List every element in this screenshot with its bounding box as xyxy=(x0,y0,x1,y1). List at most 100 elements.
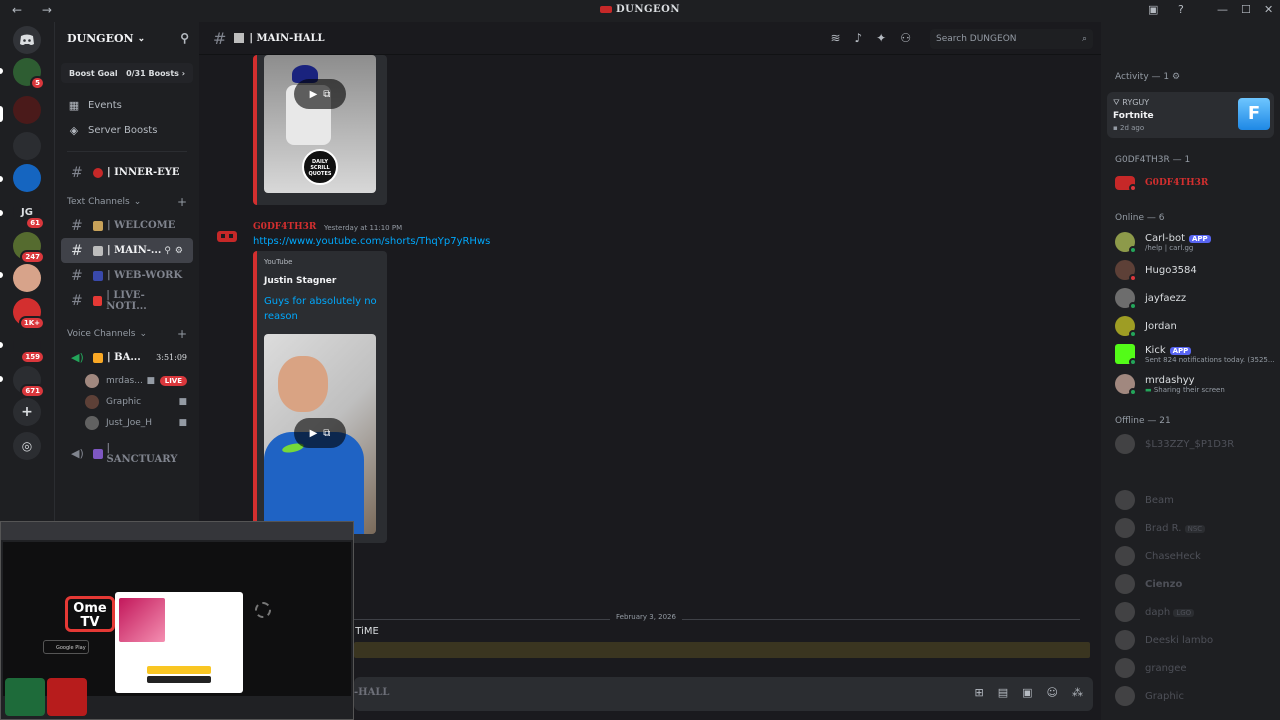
activity-card[interactable]: ⛛ RYGUY Fortnite ▪ 2d ago F xyxy=(1107,92,1274,138)
server-boosts-nav[interactable]: ◈ Server Boosts xyxy=(55,118,199,143)
server-header[interactable]: DUNGEON ⌄ ⚲ xyxy=(55,22,199,55)
gift-icon[interactable]: ⊞ xyxy=(975,686,984,699)
window-title: DUNGEON xyxy=(0,4,1280,15)
status-online-icon xyxy=(1129,330,1137,338)
discover-compass-icon[interactable]: ◎ xyxy=(13,432,41,460)
live-badge[interactable]: LIVE xyxy=(159,375,187,386)
apps-icon[interactable]: ⁂ xyxy=(1072,686,1083,699)
category-text-channels[interactable]: Text Channels ⌄ + xyxy=(55,191,199,213)
member-item[interactable]: Deeski lambo xyxy=(1115,628,1213,652)
home-discord-icon[interactable] xyxy=(13,26,41,54)
member-item[interactable]: daph LGO xyxy=(1115,600,1195,624)
server-icon[interactable] xyxy=(13,264,41,292)
message-composer[interactable]: -HALL ⊞ ▤ ▣ ☺ ⁂ xyxy=(354,677,1093,711)
member-item[interactable]: ChaseHeck xyxy=(1115,544,1201,568)
create-channel-icon[interactable]: + xyxy=(177,327,187,341)
create-channel-icon[interactable]: + xyxy=(177,195,187,209)
member-item[interactable]: Graphic xyxy=(1115,684,1184,708)
channel-web-work[interactable]: # | WEB-WORK xyxy=(61,263,193,288)
message-author[interactable]: G0DF4TH3R xyxy=(253,222,316,232)
server-icon-dungeon[interactable] xyxy=(13,96,41,124)
member-list-icon[interactable]: ⚇ xyxy=(900,31,911,45)
member-item[interactable]: jayfaezz xyxy=(1115,286,1186,310)
member-item[interactable]: Brad R. NSC xyxy=(1115,516,1206,540)
member-item[interactable]: Carl-bot APP/help | carl.gg xyxy=(1115,230,1211,254)
unread-indicator xyxy=(0,68,3,74)
channel-label: | WEB-WORK xyxy=(107,270,183,281)
mention-badge: 159 xyxy=(20,350,45,364)
kick-logo xyxy=(1115,344,1137,366)
avatar[interactable] xyxy=(215,227,241,247)
voice-channel-sanctuary[interactable]: ◀) | SANCTUARY xyxy=(61,441,193,466)
events-nav[interactable]: ▦ Events xyxy=(55,93,199,118)
member-name: daph xyxy=(1145,606,1171,618)
voice-user[interactable]: mrdas... ■ LIVE xyxy=(55,370,199,391)
camera-icon: ■ xyxy=(178,396,187,407)
member-item[interactable]: grangee xyxy=(1115,656,1187,680)
boost-goal-bar[interactable]: Boost Goal 0/31 Boosts › xyxy=(61,63,193,83)
pin-icon[interactable]: ✦ xyxy=(876,31,886,45)
voice-user[interactable]: Graphic ■ xyxy=(55,391,199,412)
channel-live-notifications[interactable]: # | LIVE-NOTI... xyxy=(61,288,193,313)
search-input[interactable]: Search DUNGEON ⌕ xyxy=(930,29,1093,49)
category-voice-channels[interactable]: Voice Channels ⌄ + xyxy=(55,323,199,345)
status-online-icon xyxy=(1129,388,1137,396)
message-link[interactable]: https://www.youtube.com/shorts/ThqYp7yRH… xyxy=(253,236,490,247)
minimize-icon[interactable]: — xyxy=(1217,3,1228,16)
highlighted-message xyxy=(354,642,1090,658)
avatar xyxy=(1115,374,1137,396)
activity-header: Activity — 1 ⚙ xyxy=(1115,72,1181,82)
server-icon[interactable]: 159 xyxy=(13,332,45,364)
embed-title[interactable]: Guys for absolutely no reason xyxy=(264,294,379,324)
channel-header: # | MAIN-HALL ≋ ♪ ✦ ⚇ Search DUNGEON ⌕ xyxy=(199,22,1101,55)
close-icon[interactable]: ✕ xyxy=(1264,3,1273,16)
emoji-icon[interactable]: ☺ xyxy=(1047,686,1058,699)
voice-channel-ba[interactable]: ◀) | BA... 3:51:09 xyxy=(61,345,193,370)
voice-user-name: Graphic xyxy=(106,396,142,407)
boost-count: 0/31 Boosts xyxy=(126,68,179,78)
embed-author[interactable]: Justin Stagner xyxy=(264,276,336,286)
gear-icon[interactable]: ⚙ xyxy=(1172,72,1180,82)
sticker-icon[interactable]: ▣ xyxy=(1022,686,1032,699)
member-item[interactable]: Hugo3584 xyxy=(1115,258,1197,282)
channel-settings-icons[interactable]: ⚲⚙ xyxy=(164,246,187,256)
member-item[interactable]: G0DF4TH3R xyxy=(1115,171,1208,195)
member-status: Sent 824 notifications today. (3525... xyxy=(1145,355,1275,364)
member-item[interactable]: Beam xyxy=(1115,488,1174,512)
maximize-icon[interactable]: ☐ xyxy=(1241,3,1251,16)
mention-badge: 61 xyxy=(25,216,45,230)
member-item[interactable]: Cienzo xyxy=(1115,572,1182,596)
server-icon[interactable]: 5 xyxy=(13,58,45,90)
channel-inner-eye[interactable]: # | INNER-EYE xyxy=(61,160,193,185)
voice-user[interactable]: Just_Joe_H ■ xyxy=(55,412,199,433)
add-server-icon[interactable]: + xyxy=(13,398,41,426)
channel-welcome[interactable]: # | WELCOME xyxy=(61,213,193,238)
member-item[interactable]: $L33ZZY_$P1D3R xyxy=(1115,432,1234,456)
member-status: /help | carl.gg xyxy=(1145,243,1194,252)
notification-bell-icon[interactable]: ♪ xyxy=(855,31,863,45)
server-icon[interactable] xyxy=(13,132,41,160)
inbox-icon[interactable]: ▣ xyxy=(1148,3,1158,16)
server-icon-jg[interactable]: JG 61 xyxy=(13,198,45,230)
play-icon: ▶ xyxy=(309,427,318,439)
invite-people-icon[interactable]: ⚲ xyxy=(180,31,189,45)
screen-share-preview[interactable]: Ome TV Google Play xyxy=(0,521,354,720)
gif-icon[interactable]: ▤ xyxy=(998,686,1008,699)
video-thumbnail[interactable]: ▶ ⧉ xyxy=(264,334,376,534)
video-thumbnail[interactable]: ▶ ⧉ DAILY SCRILL QUOTES xyxy=(264,55,376,193)
server-icon[interactable] xyxy=(13,164,41,192)
member-item[interactable]: Jordan xyxy=(1115,314,1177,338)
mention-badge: 671 xyxy=(20,384,45,398)
channel-label: | LIVE-NOTI... xyxy=(106,289,147,312)
server-icon[interactable]: 1K+ xyxy=(13,298,45,330)
channel-main-hall[interactable]: # | MAIN-... ⚲⚙ xyxy=(61,238,193,263)
play-button[interactable]: ▶ ⧉ xyxy=(294,418,346,448)
help-icon[interactable]: ? xyxy=(1178,3,1184,16)
member-item[interactable]: Kick APP Sent 824 notifications today. (35… xyxy=(1115,342,1275,366)
play-button[interactable]: ▶ ⧉ xyxy=(294,79,346,109)
hash-icon: # xyxy=(71,242,83,259)
server-icon[interactable]: 671 xyxy=(13,366,45,398)
threads-icon[interactable]: ≋ xyxy=(830,31,840,45)
member-item[interactable]: mrdashyy ▬ Sharing their screen xyxy=(1115,372,1225,396)
server-icon[interactable]: 247 xyxy=(13,232,45,264)
